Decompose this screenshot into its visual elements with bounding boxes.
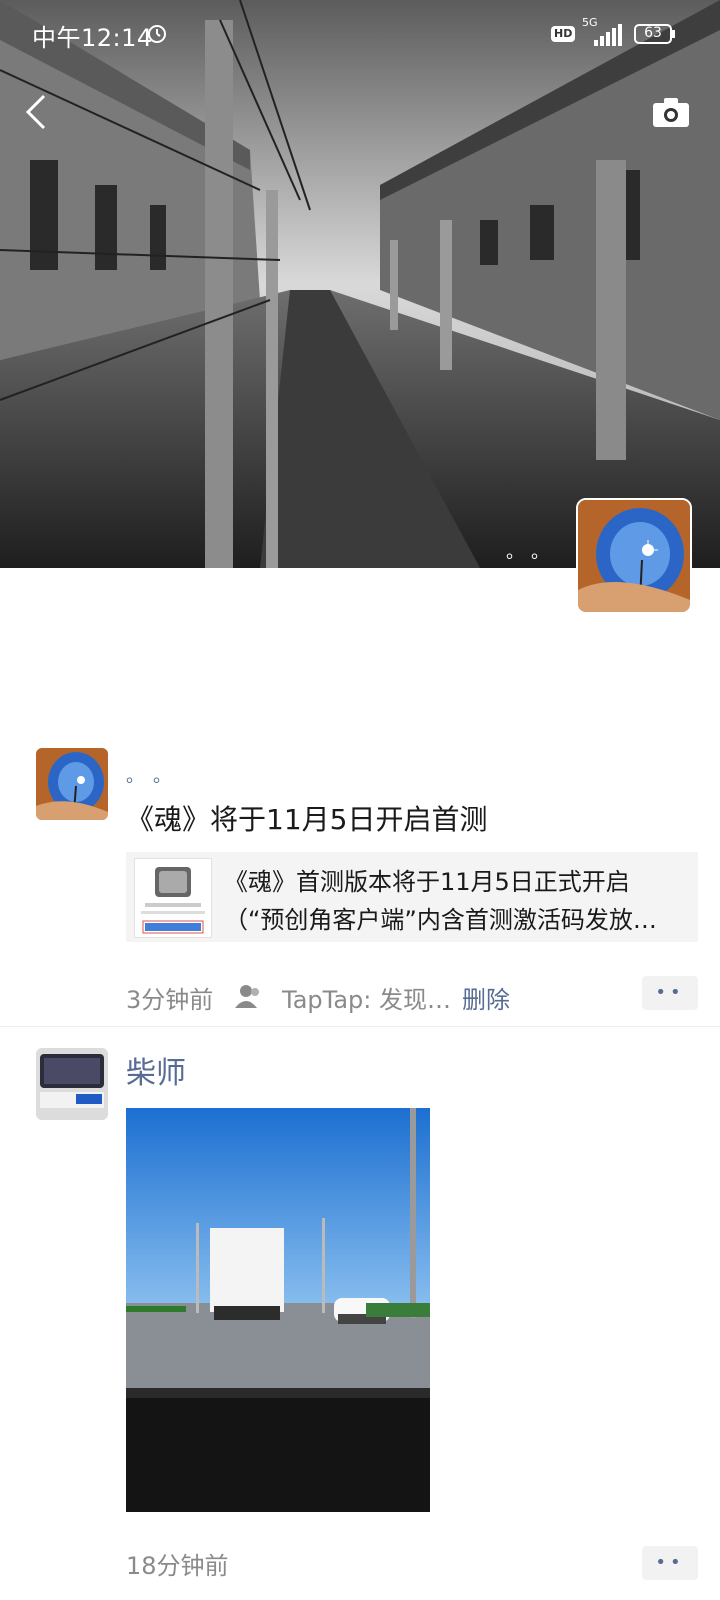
- post-dots-text: 。。: [126, 766, 189, 787]
- post-time: 3分钟前: [126, 986, 214, 1014]
- battery-level: 63: [644, 25, 662, 41]
- post-photo-image: [126, 1108, 430, 1512]
- post-avatar[interactable]: [36, 1048, 108, 1120]
- post-more-button[interactable]: ••: [642, 976, 698, 1010]
- post-username[interactable]: 柴师: [126, 1048, 186, 1092]
- status-time: 中午12:14: [32, 24, 153, 52]
- link-thumbnail: [134, 858, 212, 938]
- hd-badge: HD: [551, 26, 576, 42]
- camera-icon[interactable]: [652, 96, 690, 128]
- more-dots-icon: ••: [655, 982, 685, 1003]
- cover-photo-image: [0, 0, 720, 568]
- link-title-line1: 《魂》首测版本将于11月5日正式开启: [224, 868, 630, 896]
- post-avatar-image: [36, 748, 108, 820]
- post-source[interactable]: TapTap: 发现…: [282, 980, 451, 1015]
- link-title-line2: （“预创角客户端”内含首测激活码发放…: [224, 906, 657, 934]
- people-icon: [235, 985, 259, 1008]
- post-title: 《魂》将于11月5日开启首测: [126, 803, 488, 836]
- more-dots-icon: ••: [655, 1552, 685, 1573]
- profile-avatar-image: [578, 500, 690, 612]
- cover-photo[interactable]: [0, 0, 720, 568]
- profile-avatar[interactable]: [576, 498, 692, 614]
- post-more-button[interactable]: ••: [642, 1546, 698, 1580]
- signal-icon: [594, 24, 622, 46]
- shared-link-card[interactable]: 《魂》首测版本将于11月5日正式开启 （“预创角客户端”内含首测激活码发放…: [126, 852, 698, 942]
- delete-link[interactable]: 删除: [462, 980, 510, 1015]
- post-avatar-image: [36, 1048, 108, 1120]
- post-time: 18分钟前: [126, 1552, 229, 1580]
- cover-dots: 。。: [506, 542, 565, 563]
- link-thumbnail-image: [141, 867, 205, 934]
- post-photo[interactable]: [126, 1108, 430, 1512]
- status-bar: 中午12:14 HD 5G 63: [0, 0, 720, 70]
- alarm-icon: [148, 25, 166, 43]
- post-divider: [0, 1026, 720, 1027]
- back-arrow-icon[interactable]: [24, 92, 48, 132]
- post-avatar[interactable]: [36, 748, 108, 820]
